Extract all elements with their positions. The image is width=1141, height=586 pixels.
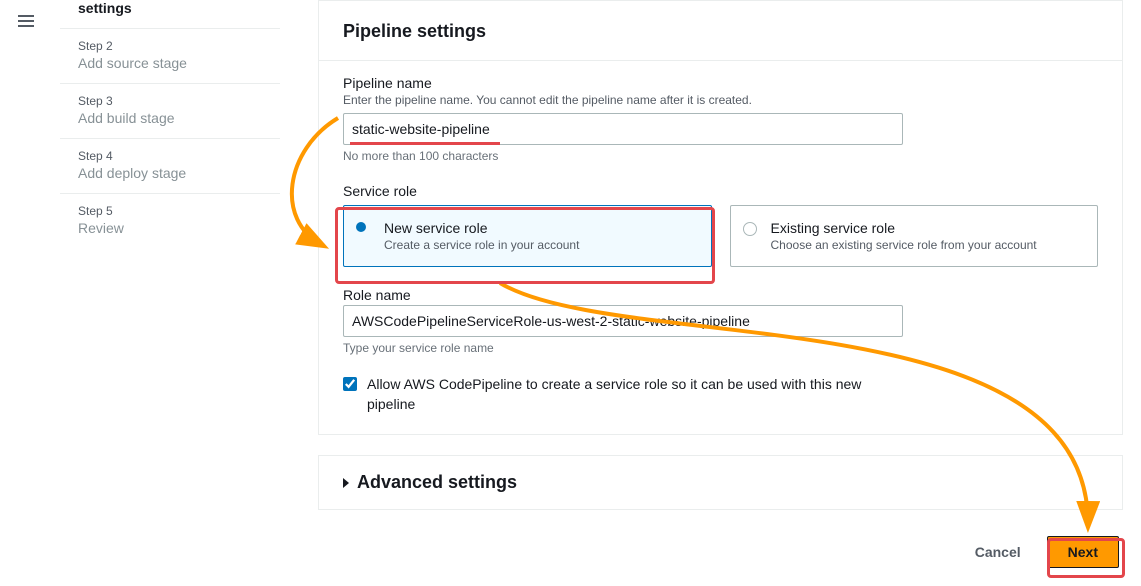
field-label: Role name [343, 287, 1098, 303]
footer-buttons: Cancel Next [318, 530, 1123, 568]
role-name-field: Role name Type your service role name [343, 287, 1098, 355]
pipeline-settings-panel: Pipeline settings Pipeline name Enter th… [318, 0, 1123, 435]
sidebar-step-num: Step 2 [78, 39, 262, 53]
radio-icon [743, 222, 757, 236]
panel-title: Pipeline settings [319, 1, 1122, 50]
hamburger-icon [18, 15, 34, 17]
radio-icon [356, 222, 366, 232]
advanced-settings-toggle[interactable]: Advanced settings [319, 456, 1122, 509]
wizard-steps-sidebar: settings Step 2 Add source stage Step 3 … [60, 0, 280, 248]
field-label: Service role [343, 183, 1098, 199]
sidebar-step-num: Step 3 [78, 94, 262, 108]
checkbox-label: Allow AWS CodePipeline to create a servi… [367, 375, 887, 414]
sidebar-step-label: Add source stage [78, 55, 187, 71]
pipeline-name-field: Pipeline name Enter the pipeline name. Y… [343, 75, 1098, 163]
cancel-button[interactable]: Cancel [955, 536, 1041, 568]
radio-desc: Choose an existing service role from you… [771, 238, 1086, 252]
sidebar-step-label: Add deploy stage [78, 165, 186, 181]
sidebar-step-4[interactable]: Step 4 Add deploy stage [60, 138, 280, 193]
radio-title: Existing service role [771, 220, 1086, 236]
caret-right-icon [343, 478, 349, 488]
radio-existing-service-role[interactable]: Existing service role Choose an existing… [730, 205, 1099, 267]
field-hint: Type your service role name [343, 341, 1098, 355]
sidebar-step-5[interactable]: Step 5 Review [60, 193, 280, 248]
main-content: Pipeline settings Pipeline name Enter th… [318, 0, 1123, 568]
service-role-radio-group: New service role Create a service role i… [343, 205, 1098, 267]
radio-desc: Create a service role in your account [384, 238, 699, 252]
radio-title: New service role [384, 220, 699, 236]
field-desc: Enter the pipeline name. You cannot edit… [343, 93, 1098, 107]
next-button[interactable]: Next [1047, 536, 1119, 568]
sidebar-step-current[interactable]: settings [60, 0, 280, 28]
sidebar-step-3[interactable]: Step 3 Add build stage [60, 83, 280, 138]
sidebar-step-label: Add build stage [78, 110, 175, 126]
sidebar-step-label: Review [78, 220, 124, 236]
menu-toggle[interactable] [18, 12, 34, 30]
service-role-field: Service role New service role Create a s… [343, 183, 1098, 267]
radio-new-service-role[interactable]: New service role Create a service role i… [343, 205, 712, 267]
sidebar-step-num: Step 4 [78, 149, 262, 163]
sidebar-step-2[interactable]: Step 2 Add source stage [60, 28, 280, 83]
sidebar-step-num: Step 5 [78, 204, 262, 218]
field-hint: No more than 100 characters [343, 149, 1098, 163]
pipeline-name-input[interactable] [343, 113, 903, 145]
field-label: Pipeline name [343, 75, 1098, 91]
sidebar-step-label: settings [78, 0, 132, 16]
role-name-input[interactable] [343, 305, 903, 337]
advanced-settings-panel: Advanced settings [318, 455, 1123, 510]
allow-create-role-checkbox[interactable] [343, 377, 357, 391]
allow-create-role-row: Allow AWS CodePipeline to create a servi… [343, 375, 1098, 414]
advanced-settings-title: Advanced settings [357, 472, 517, 493]
